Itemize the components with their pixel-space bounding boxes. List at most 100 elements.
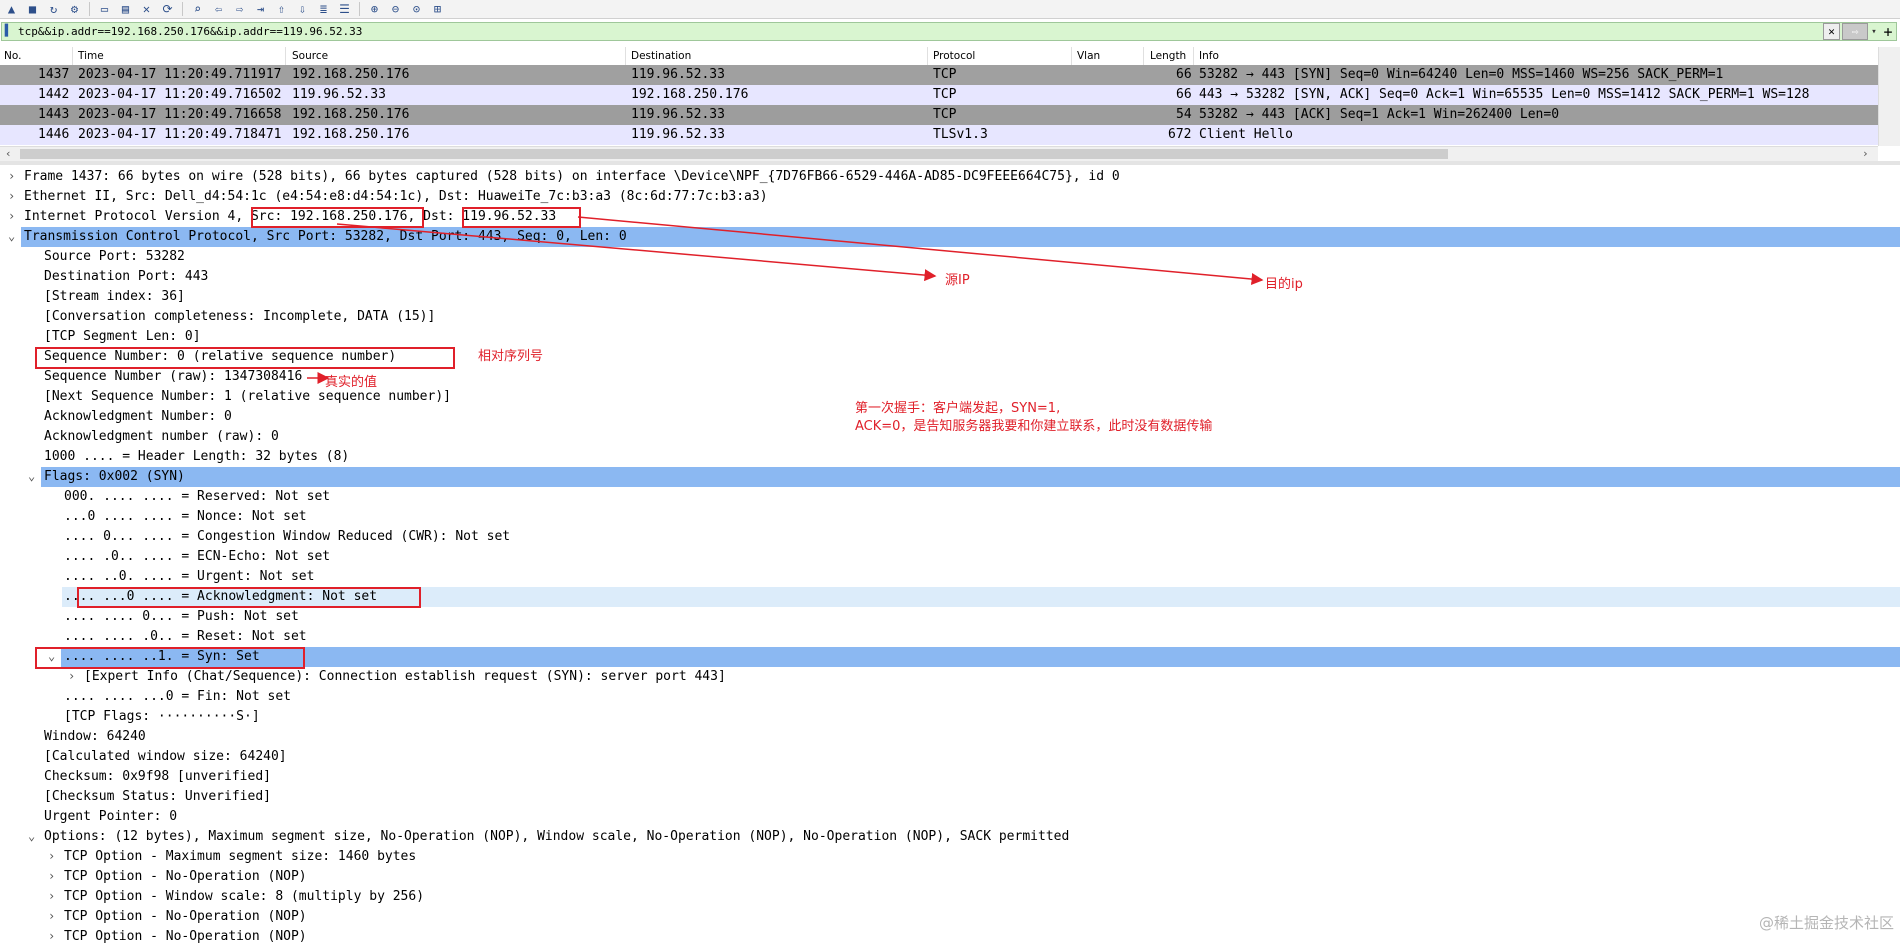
column-divider[interactable] (1143, 47, 1144, 65)
packet-row[interactable]: 1437 2023-04-17 11:20:49.711917 192.168.… (0, 65, 1878, 85)
detail-row[interactable]: .... .... 0... = Push: Not set (0, 607, 1900, 627)
tcp-node[interactable]: ⌄ Transmission Control Protocol, Src Port… (0, 227, 1900, 247)
normal-size-icon[interactable]: ⊙ (407, 1, 426, 17)
expand-chevron-icon[interactable]: › (8, 189, 15, 203)
find-icon[interactable]: ⌕ (188, 1, 207, 17)
collapse-chevron-icon[interactable]: ⌄ (28, 829, 35, 843)
column-divider[interactable] (625, 47, 626, 65)
detail-row[interactable]: [TCP Flags: ··········S·] (0, 707, 1900, 727)
detail-row[interactable]: › [Expert Info (Chat/Sequence): Connectio… (0, 667, 1900, 687)
go-to-packet-icon[interactable]: ⇥ (251, 1, 270, 17)
bookmark-icon[interactable]: ▌ (2, 24, 14, 39)
apply-filter-icon[interactable]: ⇨ (1842, 23, 1868, 40)
detail-row[interactable]: .... ..0. .... = Urgent: Not set (0, 567, 1900, 587)
back-icon[interactable]: ⇦ (209, 1, 228, 17)
first-packet-icon[interactable]: ⇧ (272, 1, 291, 17)
detail-row[interactable]: [TCP Segment Len: 0] (0, 327, 1900, 347)
expand-chevron-icon[interactable]: › (48, 849, 55, 863)
packet-list-horizontal-scrollbar[interactable]: ‹ › (0, 146, 1878, 161)
close-file-icon[interactable]: ✕ (137, 1, 156, 17)
scrollbar-thumb[interactable] (20, 149, 1448, 159)
column-destination[interactable]: Destination (631, 50, 691, 62)
zoom-in-icon[interactable]: ⊕ (365, 1, 384, 17)
ethernet-node[interactable]: › Ethernet II, Src: Dell_d4:54:1c (e4:54:… (0, 187, 1900, 207)
pane-splitter[interactable] (0, 161, 1900, 165)
column-length[interactable]: Length (1150, 50, 1186, 62)
scroll-left-icon[interactable]: ‹ (5, 147, 12, 160)
detail-text: [Calculated window size: 64240] (44, 749, 287, 764)
save-icon[interactable]: ▤ (116, 1, 135, 17)
stop-icon[interactable]: ■ (23, 1, 42, 17)
detail-row[interactable]: Source Port: 53282 (0, 247, 1900, 267)
detail-row[interactable]: ⌄ Options: (12 bytes), Maximum segment si… (0, 827, 1900, 847)
detail-row[interactable]: Checksum: 0x9f98 [unverified] (0, 767, 1900, 787)
column-divider[interactable] (1071, 47, 1072, 65)
zoom-out-icon[interactable]: ⊖ (386, 1, 405, 17)
expand-chevron-icon[interactable]: › (8, 209, 15, 223)
packet-row[interactable]: 1446 2023-04-17 11:20:49.718471 192.168.… (0, 125, 1878, 145)
expand-chevron-icon[interactable]: › (8, 169, 15, 183)
detail-row[interactable]: [Checksum Status: Unverified] (0, 787, 1900, 807)
detail-row[interactable]: .... .... ...0 = Fin: Not set (0, 687, 1900, 707)
detail-row[interactable]: .... .... .0.. = Reset: Not set (0, 627, 1900, 647)
detail-row[interactable]: 1000 .... = Header Length: 32 bytes (8) (0, 447, 1900, 467)
detail-row[interactable]: › TCP Option - No-Operation (NOP) (0, 927, 1900, 947)
detail-row[interactable]: ...0 .... .... = Nonce: Not set (0, 507, 1900, 527)
detail-row[interactable]: .... .0.. .... = ECN-Echo: Not set (0, 547, 1900, 567)
detail-row[interactable]: › TCP Option - Maximum segment size: 1460… (0, 847, 1900, 867)
clear-filter-icon[interactable]: ✕ (1823, 23, 1840, 40)
detail-row[interactable]: ⌄ Flags: 0x002 (SYN) (0, 467, 1900, 487)
detail-row[interactable]: [Stream index: 36] (0, 287, 1900, 307)
expand-chevron-icon[interactable]: › (48, 889, 55, 903)
reload-icon[interactable]: ⟳ (158, 1, 177, 17)
detail-text: ...0 .... .... = Nonce: Not set (64, 509, 307, 524)
detail-row[interactable]: [Conversation completeness: Incomplete, … (0, 307, 1900, 327)
colorize-icon[interactable]: ☰ (335, 1, 354, 17)
options-gear-icon[interactable]: ⚙ (65, 1, 84, 17)
detail-row[interactable]: › TCP Option - No-Operation (NOP) (0, 867, 1900, 887)
packet-info: 53282 → 443 [SYN] Seq=0 Win=64240 Len=0 … (1199, 67, 1724, 82)
column-divider[interactable] (285, 47, 286, 65)
column-protocol[interactable]: Protocol (933, 50, 975, 62)
resize-columns-icon[interactable]: ⊞ (428, 1, 447, 17)
expand-chevron-icon[interactable]: › (48, 909, 55, 923)
forward-icon[interactable]: ⇨ (230, 1, 249, 17)
detail-row[interactable]: Sequence Number (raw): 1347308416 (0, 367, 1900, 387)
detail-row[interactable]: Window: 64240 (0, 727, 1900, 747)
detail-row[interactable]: Urgent Pointer: 0 (0, 807, 1900, 827)
column-divider[interactable] (72, 47, 73, 65)
filter-history-dropdown-icon[interactable]: ▾ (1868, 27, 1880, 37)
packet-row[interactable]: 1442 2023-04-17 11:20:49.716502 119.96.5… (0, 85, 1878, 105)
detail-row[interactable]: .... 0... .... = Congestion Window Reduc… (0, 527, 1900, 547)
last-packet-icon[interactable]: ⇩ (293, 1, 312, 17)
column-vlan[interactable]: Vlan (1077, 50, 1100, 62)
packet-list-vertical-scrollbar[interactable] (1878, 47, 1900, 146)
detail-row[interactable]: › TCP Option - No-Operation (NOP) (0, 907, 1900, 927)
column-source[interactable]: Source (292, 50, 328, 62)
column-divider[interactable] (927, 47, 928, 65)
expand-chevron-icon[interactable]: › (48, 869, 55, 883)
display-filter-input[interactable]: tcp&&ip.addr==192.168.250.176&&ip.addr==… (14, 25, 1821, 38)
column-divider[interactable] (1193, 47, 1194, 65)
column-time[interactable]: Time (78, 50, 104, 62)
collapse-chevron-icon[interactable]: ⌄ (28, 469, 35, 483)
scroll-right-icon[interactable]: › (1862, 147, 1869, 160)
add-filter-button-icon[interactable]: + (1880, 23, 1896, 41)
shark-fin-icon[interactable]: ▲ (2, 1, 21, 17)
detail-row[interactable]: 000. .... .... = Reserved: Not set (0, 487, 1900, 507)
frame-node[interactable]: › Frame 1437: 66 bytes on wire (528 bits)… (0, 167, 1900, 187)
expand-chevron-icon[interactable]: › (48, 929, 55, 943)
seq-number-highlight-box (35, 347, 455, 369)
expand-chevron-icon[interactable]: › (68, 669, 75, 683)
packet-row[interactable]: 1443 2023-04-17 11:20:49.716658 192.168.… (0, 105, 1878, 125)
detail-row[interactable]: [Calculated window size: 64240] (0, 747, 1900, 767)
column-no[interactable]: No. (4, 50, 21, 62)
column-info[interactable]: Info (1199, 50, 1219, 62)
collapse-chevron-icon[interactable]: ⌄ (8, 229, 15, 243)
open-folder-icon[interactable]: ▭ (95, 1, 114, 17)
autoscroll-icon[interactable]: ≣ (314, 1, 333, 17)
detail-row[interactable]: › TCP Option - Window scale: 8 (multiply … (0, 887, 1900, 907)
restart-icon[interactable]: ↻ (44, 1, 63, 17)
annotation-src-ip: 源IP (945, 273, 970, 288)
packet-length: 66 (1176, 87, 1192, 102)
